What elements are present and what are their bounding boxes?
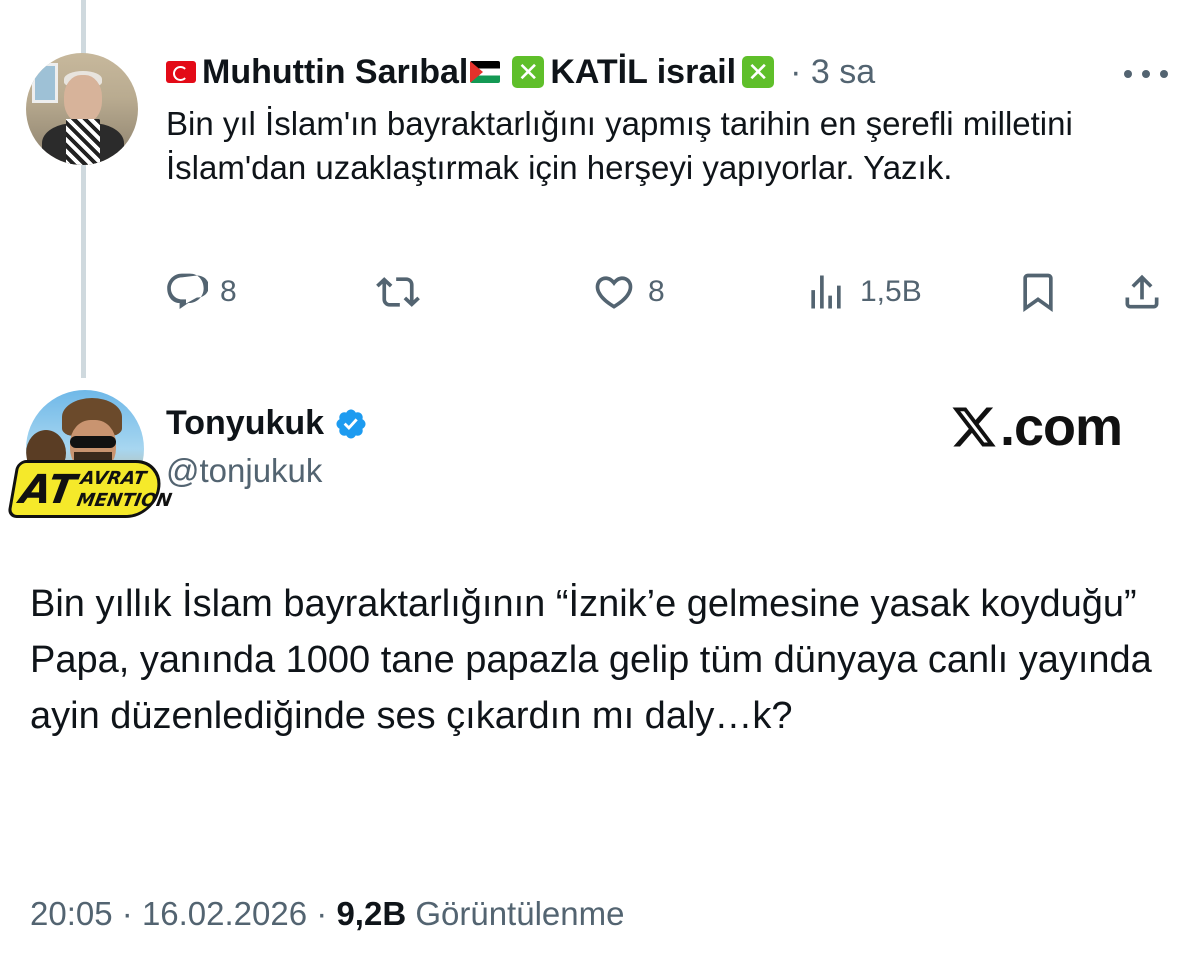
parent-author-name[interactable]: Muhuttin Sarıbal xyxy=(202,53,468,92)
main-author-handle[interactable]: @tonjukuk xyxy=(166,452,322,490)
cross-mark-icon: ✕ xyxy=(742,56,775,88)
parent-author-avatar[interactable] xyxy=(26,53,138,165)
reply-button[interactable]: 8 xyxy=(164,270,237,314)
badge-text-main: AT xyxy=(16,467,80,513)
share-icon xyxy=(1125,274,1159,309)
reply-count: 8 xyxy=(220,275,237,308)
like-button[interactable]: 8 xyxy=(592,270,665,314)
verified-badge-icon xyxy=(336,408,366,439)
main-author-avatar[interactable]: AT AVRAT MENTION xyxy=(6,390,173,522)
x-logo-icon xyxy=(952,407,996,447)
reply-icon xyxy=(167,273,208,309)
tweet-date[interactable]: 16.02.2026 xyxy=(142,895,307,932)
main-author-name[interactable]: Tonyukuk xyxy=(166,404,324,443)
retweet-button[interactable] xyxy=(376,270,420,314)
tweet-views-count: 9,2B xyxy=(336,895,407,932)
main-author-name-row: Tonyukuk xyxy=(166,404,368,443)
parent-tweet-header: Muhuttin Sarıbal ✕ KATİL israil ✕ · 3 sa xyxy=(166,52,875,92)
parent-author-name-suffix[interactable]: KATİL israil xyxy=(550,53,736,92)
tweet-time[interactable]: 20:05 xyxy=(30,895,113,932)
share-button[interactable] xyxy=(1120,270,1164,314)
heart-icon xyxy=(595,276,633,309)
parent-tweet-text: Bin yıl İslam'ın bayraktarlığını yapmış … xyxy=(166,105,1073,186)
avatar-badge-logo: AT AVRAT MENTION xyxy=(6,460,173,518)
analytics-icon xyxy=(811,275,841,309)
x-com-watermark: .com xyxy=(950,396,1123,458)
palestine-flag-icon xyxy=(470,61,501,83)
views-count: 1,5B xyxy=(860,275,922,308)
main-tweet-text: Bin yıllık İslam bayraktarlığının “İznik… xyxy=(30,583,1152,737)
parent-tweet-actions: 8 8 1,5B xyxy=(0,270,1200,322)
badge-text-line2: MENTION xyxy=(75,490,174,511)
more-options-icon[interactable] xyxy=(1124,70,1168,78)
tweet-meta: 20:05 · 16.02.2026 · 9,2B Görüntülenme xyxy=(30,895,625,932)
like-count: 8 xyxy=(648,275,665,308)
parent-tweet-time[interactable]: · 3 sa xyxy=(790,53,875,92)
tweet-views-label: Görüntülenme xyxy=(415,895,625,932)
cross-mark-icon: ✕ xyxy=(512,56,545,88)
turkey-flag-icon xyxy=(166,61,196,83)
retweet-icon xyxy=(376,277,420,307)
bookmark-button[interactable] xyxy=(1016,270,1060,314)
views-button[interactable]: 1,5B xyxy=(804,270,922,314)
bookmark-icon xyxy=(1023,273,1053,313)
watermark-text: .com xyxy=(1000,397,1123,457)
badge-text-line1: AVRAT xyxy=(79,468,148,489)
